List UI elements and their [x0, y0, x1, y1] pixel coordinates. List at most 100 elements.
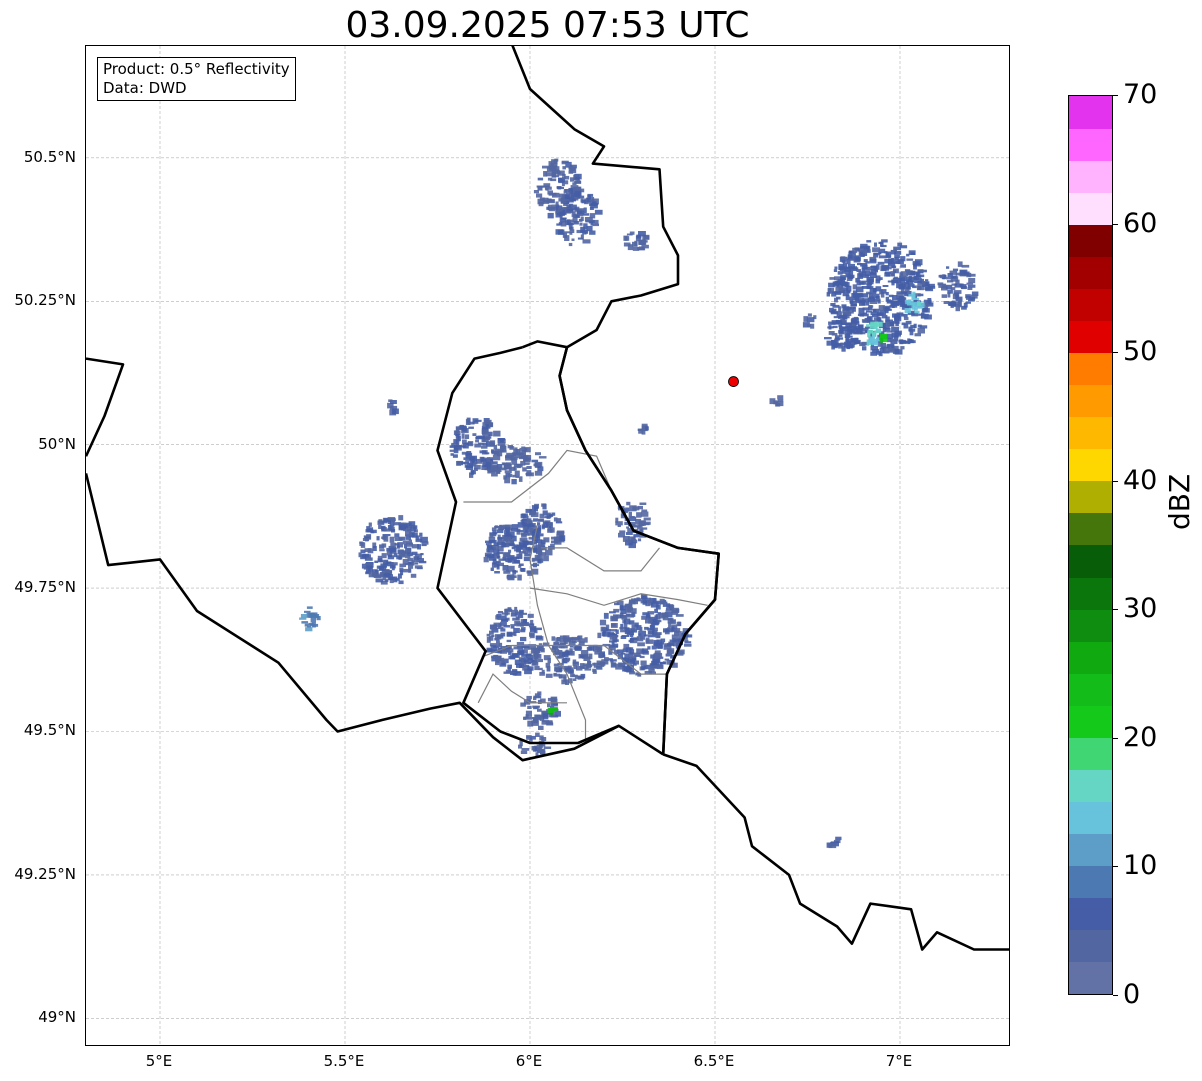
- echo-cell: [904, 281, 910, 285]
- colorbar-segment: [1069, 480, 1112, 514]
- echo-cell: [950, 287, 956, 290]
- echo-cell: [388, 399, 393, 402]
- echo-cell: [569, 670, 573, 674]
- echo-cell: [512, 560, 521, 564]
- echo-cell: [504, 477, 511, 484]
- data-source-label: Data: DWD: [103, 79, 187, 97]
- echo-cell: [806, 323, 812, 328]
- colorbar-segment: [1069, 865, 1112, 899]
- echo-cell: [464, 434, 470, 439]
- echo-cell: [609, 635, 618, 640]
- echo-cell: [494, 571, 500, 574]
- echo-cell: [872, 309, 877, 313]
- echo-cell: [420, 536, 428, 543]
- echo-cell: [835, 836, 842, 841]
- echo-cell: [575, 176, 580, 180]
- echo-cell: [584, 217, 593, 222]
- admin-boundaries: [463, 449, 708, 743]
- echo-cell: [644, 626, 649, 630]
- latitude-label: 50°N: [38, 434, 76, 453]
- echo-cell: [571, 636, 580, 640]
- echo-cell: [553, 663, 559, 667]
- colorbar-title: dBZ: [1163, 473, 1196, 530]
- echo-cell: [769, 398, 776, 405]
- echo-cell: [545, 662, 551, 668]
- echo-cell: [623, 235, 628, 241]
- echo-cell: [513, 544, 519, 548]
- echo-cell: [564, 180, 569, 185]
- echo-cell: [500, 618, 509, 622]
- echo-cell: [379, 567, 384, 570]
- echo-cell: [388, 554, 392, 557]
- echo-cell: [557, 655, 564, 659]
- country-border-line: [86, 473, 664, 762]
- echo-cell: [531, 746, 535, 751]
- echo-cell: [572, 198, 576, 201]
- echo-cell: [909, 331, 914, 336]
- product-label: Product: 0.5° Reflectivity: [103, 60, 290, 78]
- echo-cell: [629, 659, 635, 665]
- echo-cell: [868, 305, 874, 308]
- latitude-label: 49.5°N: [23, 721, 76, 740]
- echo-cell: [631, 627, 636, 631]
- echo-cell: [474, 443, 482, 448]
- echo-cell: [543, 200, 550, 204]
- echo-cell: [452, 454, 458, 458]
- echo-cell: [675, 631, 682, 634]
- echo-cell: [831, 310, 836, 314]
- echo-cell: [362, 554, 366, 558]
- echo-cell: [420, 553, 424, 556]
- echo-cell: [898, 296, 905, 302]
- echo-cell: [553, 517, 558, 522]
- echo-cell: [525, 472, 532, 476]
- echo-cell: [378, 524, 382, 529]
- echo-cell: [563, 190, 567, 194]
- echo-cell: [562, 173, 566, 177]
- map-title: 03.09.2025 07:53 UTC: [345, 5, 750, 46]
- echo-cell: [580, 234, 584, 240]
- echo-cell: [881, 265, 889, 271]
- echo-cell: [615, 521, 623, 526]
- echo-cell: [603, 612, 609, 619]
- echo-cell: [651, 645, 657, 650]
- echo-cell: [509, 466, 516, 471]
- echo-cluster: [358, 515, 429, 585]
- echo-cell: [367, 548, 374, 554]
- echo-cell: [957, 261, 963, 267]
- echo-cluster: [769, 395, 784, 407]
- echo-cell: [946, 266, 950, 269]
- echo-cell: [402, 559, 409, 565]
- echo-cell: [392, 408, 399, 415]
- echo-cell: [807, 313, 812, 317]
- echo-cell: [468, 426, 474, 429]
- echo-cell: [372, 546, 377, 551]
- echo-cell: [496, 640, 500, 647]
- colorbar-segment: [1069, 705, 1112, 738]
- echo-cell: [589, 199, 595, 202]
- echo-cell: [521, 627, 526, 631]
- echo-cell: [824, 337, 832, 340]
- echo-cell: [842, 290, 851, 294]
- echo-cell: [304, 610, 311, 613]
- echo-cell: [863, 266, 871, 271]
- echo-cell: [865, 310, 873, 313]
- echo-cell: [475, 439, 479, 443]
- echo-cell: [845, 294, 850, 301]
- echo-cell: [623, 623, 628, 628]
- echo-cell: [600, 662, 606, 666]
- echo-cell: [623, 242, 631, 247]
- echo-cell: [521, 748, 530, 751]
- echo-cell: [641, 665, 647, 670]
- echo-cell: [859, 301, 866, 306]
- colorbar-tick-label: 60: [1123, 207, 1158, 239]
- echo-cell: [867, 297, 875, 302]
- echo-cell: [562, 166, 566, 170]
- echo-cluster: [637, 423, 649, 435]
- echo-cell: [531, 662, 539, 666]
- echo-cell: [561, 217, 567, 220]
- radar-map[interactable]: [85, 45, 1010, 1046]
- colorbar-segment: [1069, 512, 1112, 546]
- echo-cell: [498, 466, 502, 472]
- echo-cell: [557, 207, 563, 212]
- echo-cell: [874, 242, 877, 247]
